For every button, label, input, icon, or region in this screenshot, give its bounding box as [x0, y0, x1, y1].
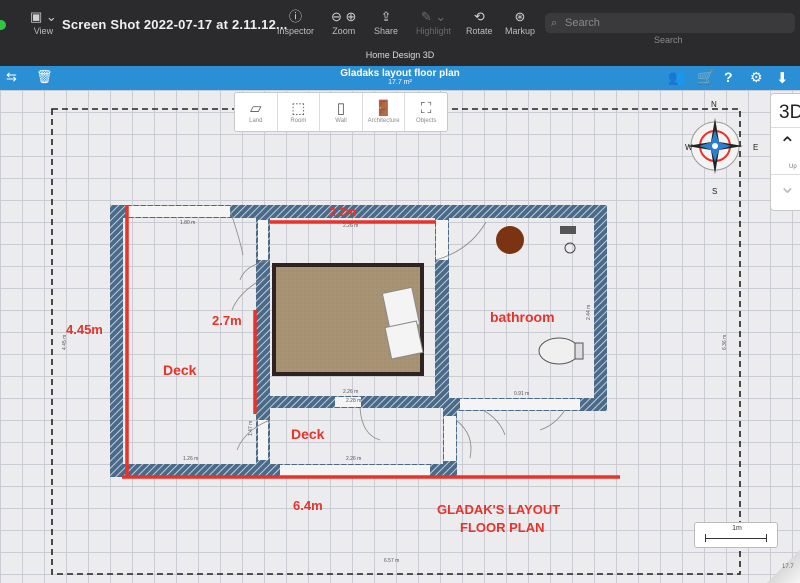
rotate-button[interactable]: ⟲ Rotate	[466, 8, 493, 36]
wall-icon: ▯	[336, 100, 346, 117]
app-header: ⇆ 🗑 Gladaks layout floor plan 17.7 m² 👥 …	[0, 66, 800, 90]
annotation-inner-height: 2.7m	[212, 313, 242, 328]
annotation-top-width: 2.2m	[329, 205, 356, 219]
room-button[interactable]: ⬚ Room	[278, 93, 321, 131]
land-icon: ▱	[250, 100, 262, 117]
toilet[interactable]	[538, 337, 580, 365]
dim-label: 2.28 m	[346, 398, 361, 404]
up-label: Up	[789, 164, 797, 170]
annotation-bottom-width: 6.4m	[293, 498, 323, 513]
scale-line	[705, 538, 767, 539]
users-icon[interactable]: 👥	[668, 69, 685, 86]
app-name: Home Design 3D	[0, 48, 800, 66]
dim-label: 6.36 m	[722, 335, 728, 350]
dim-label: 1.26 m	[183, 456, 198, 462]
annotation-left-height: 4.45m	[66, 322, 103, 337]
highlight-icon: ✎ ⌄	[420, 9, 447, 24]
sink-basin	[564, 242, 576, 254]
settings-icon[interactable]: ⚙	[750, 69, 763, 86]
svg-text:S: S	[712, 187, 717, 196]
zoom-button[interactable]: ⊖ ⊕ Zoom	[331, 8, 356, 36]
save-icon[interactable]: ⬇	[776, 69, 789, 87]
armchair-icon: ⛶	[420, 100, 432, 117]
corner-readout: 17.7	[782, 564, 794, 570]
window-toolbar: ▣ ⌄ View Screen Shot 2022-07-17 at 2.11.…	[0, 0, 800, 48]
bathroom-table[interactable]	[496, 226, 524, 254]
dim-label: 2.26 m	[343, 389, 358, 395]
compass[interactable]	[687, 118, 743, 174]
chevron-down-icon[interactable]: ⌄	[779, 174, 796, 199]
dim-label: 1.80 m	[180, 220, 195, 226]
info-icon: ⓘ	[289, 9, 303, 24]
highlight-button[interactable]: ✎ ⌄ Highlight	[416, 8, 451, 36]
caption-line-1: GLADAK'S LAYOUT	[437, 502, 560, 517]
search-input[interactable]: ⌕ Search	[545, 13, 795, 33]
view-panel: 3D ⌃ Up ⌄	[770, 93, 800, 211]
dim-label: 1.47 m	[248, 421, 254, 436]
share-icon: ⇪	[380, 9, 392, 24]
land-button[interactable]: ▱ Land	[235, 93, 278, 131]
markup-icon: ⊛	[514, 9, 526, 24]
scale-tick	[766, 534, 767, 542]
svg-text:E: E	[753, 143, 758, 152]
rotate-icon: ⟲	[473, 9, 485, 24]
share-button[interactable]: ⇪ Share	[374, 8, 398, 36]
zoom-icon: ⊖ ⊕	[331, 9, 357, 24]
markup-button[interactable]: ⊛ Markup	[505, 8, 535, 36]
document-title: Screen Shot 2022-07-17 at 2.11.12...	[62, 17, 288, 32]
search-label: Search	[654, 35, 683, 45]
dim-label: 6.57 m	[384, 558, 399, 564]
scale-tick	[705, 534, 706, 542]
view-menu-button[interactable]: ▣ ⌄ View	[30, 8, 57, 36]
inspector-button[interactable]: ⓘ Inspector	[277, 8, 314, 36]
room-icon: ⬚	[291, 100, 306, 117]
toilet-tank	[574, 342, 584, 360]
label-bathroom: bathroom	[490, 309, 555, 325]
chevron-up-icon[interactable]: ⌃	[779, 132, 796, 157]
door-icon: 🚪	[374, 100, 393, 117]
dim-label: 2.26 m	[346, 456, 361, 462]
page-curl[interactable]	[762, 550, 800, 583]
window-zoom-button[interactable]	[0, 20, 6, 30]
sidebar-icon: ▣ ⌄	[30, 9, 57, 24]
pillow	[384, 320, 424, 360]
wall-button[interactable]: ▯ Wall	[320, 93, 363, 131]
dim-label: 2.44 m	[586, 305, 592, 320]
scale-label: 1m	[732, 525, 742, 532]
dim-label: 0.91 m	[514, 391, 529, 397]
help-icon[interactable]: ?	[724, 69, 733, 85]
sink[interactable]	[560, 226, 576, 234]
label-deck-bottom: Deck	[291, 426, 325, 442]
svg-text:N: N	[711, 100, 717, 109]
search-icon: ⌕	[551, 17, 558, 29]
svg-text:W: W	[685, 143, 693, 152]
scale-bar: 1m	[694, 522, 778, 548]
cart-icon[interactable]: 🛒	[697, 69, 714, 86]
view-3d-button[interactable]: 3D	[779, 102, 800, 124]
dim-label: 2.26 m	[343, 223, 358, 229]
floorplan-drawing: 1.80 m 2.26 m 2.26 m 1.26 m 2.26 m 0.91 …	[51, 100, 758, 575]
caption-line-2: FLOOR PLAN	[460, 520, 545, 535]
floorplan-canvas[interactable]: 1.80 m 2.26 m 2.26 m 1.26 m 2.26 m 0.91 …	[0, 90, 800, 583]
label-deck-left: Deck	[163, 362, 197, 378]
architecture-button[interactable]: 🚪 Architecture	[363, 93, 406, 131]
divider	[771, 127, 800, 128]
objects-button[interactable]: ⛶ Objects	[405, 93, 447, 131]
object-toolbar: ▱ Land ⬚ Room ▯ Wall 🚪 Architecture ⛶ Ob…	[234, 92, 448, 132]
